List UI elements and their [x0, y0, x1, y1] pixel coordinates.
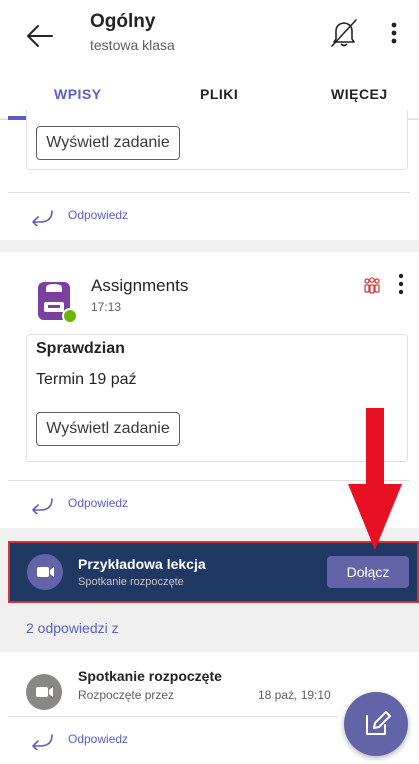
view-task-button[interactable]: Wyświetl zadanie: [36, 126, 180, 160]
meeting-post-title: Spotkanie rozpoczęte: [78, 668, 222, 684]
tab-files[interactable]: PLIKI: [200, 86, 238, 102]
post-time: 17:13: [91, 300, 122, 314]
post-more-options-icon[interactable]: [394, 270, 408, 298]
compose-button[interactable]: [344, 692, 408, 756]
meeting-post-timestamp: 18 paź, 19:10: [258, 688, 331, 702]
app-header: Ogólny testowa klasa WPISY PLIKI WIĘCEJ: [0, 0, 419, 120]
join-meeting-button[interactable]: Dołącz: [327, 556, 409, 588]
team-icon[interactable]: [362, 276, 382, 296]
reply-arrow-icon: [32, 210, 53, 226]
tab-more[interactable]: WIĘCEJ: [331, 86, 388, 102]
reply-row[interactable]: Odpowiedz: [0, 194, 419, 240]
check-badge-icon: [62, 308, 78, 324]
more-options-icon[interactable]: [384, 18, 404, 48]
replies-count-link[interactable]: 2 odpowiedzi z: [26, 620, 119, 636]
back-arrow-icon[interactable]: [22, 18, 58, 54]
page-subtitle: testowa klasa: [90, 37, 175, 53]
reply-row[interactable]: Odpowiedz: [0, 718, 330, 764]
reply-arrow-icon: [32, 498, 53, 514]
assignment-title: Sprawdzian: [36, 340, 125, 357]
meeting-status: Spotkanie rozpoczęte: [78, 576, 184, 588]
video-camera-icon: [27, 554, 63, 590]
meeting-title: Przykładowa lekcja: [78, 556, 206, 572]
reply-label: Odpowiedz: [68, 496, 129, 510]
view-task-button[interactable]: Wyświetl zadanie: [36, 412, 180, 446]
divider: [8, 716, 338, 717]
meeting-post-subtitle: Rozpoczęte przez: [78, 688, 175, 702]
assignment-due: Termin 19 paź: [36, 371, 137, 388]
page-title: Ogólny: [90, 11, 156, 32]
bell-off-icon[interactable]: [328, 17, 360, 49]
tab-posts[interactable]: WPISY: [54, 86, 102, 102]
compose-icon: [366, 711, 391, 735]
video-camera-icon: [26, 674, 62, 710]
post-author: Assignments: [91, 276, 189, 295]
reply-arrow-icon: [32, 734, 53, 750]
red-arrow-annotation: [348, 408, 402, 550]
divider: [8, 192, 410, 193]
reply-label: Odpowiedz: [68, 732, 129, 746]
reply-label: Odpowiedz: [68, 208, 129, 222]
